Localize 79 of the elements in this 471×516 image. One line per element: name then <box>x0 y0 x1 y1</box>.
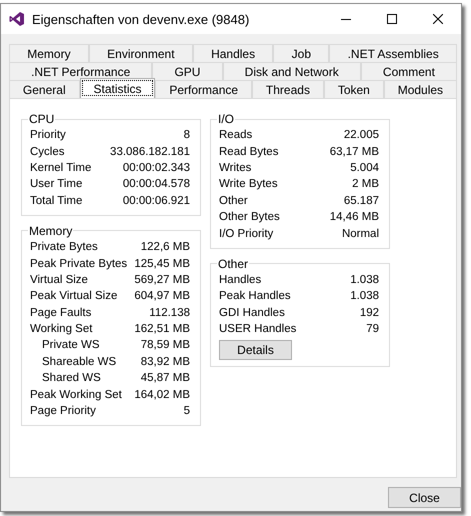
stat-label: Peak Working Set <box>30 388 122 401</box>
stat-label: Kernel Time <box>30 162 92 174</box>
stat-value: 162,51 MB <box>134 323 190 336</box>
stat-value: 22.005 <box>344 129 379 142</box>
stat-value: 1.038 <box>350 290 379 302</box>
stat-label: Reads <box>219 129 252 142</box>
group-title: Other <box>217 256 250 271</box>
close-icon <box>433 14 443 24</box>
stat-value: 78,59 MB <box>140 339 190 352</box>
stat-value: 5.004 <box>350 162 379 174</box>
close-button[interactable]: Close <box>388 487 461 508</box>
stat-value: 5 <box>184 405 190 418</box>
stat-label: Peak Handles <box>219 290 291 302</box>
tab[interactable]: .NET Assemblies <box>329 44 457 62</box>
stat-value: 569,27 MB <box>134 274 190 286</box>
tab[interactable]: Disk and Network <box>222 62 361 80</box>
stat-value: 112.138 <box>149 306 190 319</box>
stat-value: 1.038 <box>350 274 379 286</box>
stat-value: 14,46 MB <box>330 211 379 224</box>
tab[interactable]: Modules <box>384 80 457 98</box>
tab[interactable]: Token <box>324 80 384 98</box>
stat-value: 2 MB <box>352 178 379 190</box>
tab[interactable]: Threads <box>252 80 324 98</box>
group-title: CPU <box>28 112 56 126</box>
stat-value: 33.086.182.181 <box>110 146 190 158</box>
stat-value: 83,92 MB <box>140 356 190 368</box>
stat-label: Peak Private Bytes <box>30 258 128 270</box>
details-button[interactable]: Details <box>219 340 292 360</box>
tab[interactable]: .NET Performance <box>9 62 152 80</box>
stat-label: Write Bytes <box>219 178 278 190</box>
stat-label: Handles <box>219 274 262 286</box>
stat-value: 192 <box>360 306 379 319</box>
tab[interactable]: Statistics <box>80 78 156 98</box>
stat-label: Private Bytes <box>30 241 98 254</box>
stat-value: 65.187 <box>344 194 379 207</box>
stat-label: Writes <box>219 162 252 174</box>
stat-value: 45,87 MB <box>140 372 190 384</box>
maximize-icon <box>387 14 397 24</box>
tab[interactable]: Memory <box>9 44 89 62</box>
stat-label: USER Handles <box>219 323 296 336</box>
group-title: I/O <box>217 112 236 126</box>
tab[interactable]: General <box>9 80 80 98</box>
stat-value: 122,6 MB <box>140 241 190 254</box>
stat-value: 8 <box>184 129 190 142</box>
tab[interactable]: Comment <box>360 62 458 80</box>
stat-label: Shared WS <box>42 372 101 384</box>
stat-label: Peak Virtual Size <box>30 290 118 302</box>
stat-label: Cycles <box>30 146 65 158</box>
window-title: Eigenschaften von devenv.exe (9848) <box>32 12 250 26</box>
tab[interactable]: GPU <box>152 62 223 80</box>
stat-label: Other <box>219 194 248 207</box>
stat-label: Total Time <box>30 194 82 207</box>
stat-value: 164,02 MB <box>134 388 190 401</box>
stat-value: 125,45 MB <box>134 258 190 270</box>
stat-label: Other Bytes <box>219 211 280 224</box>
stat-value: 79 <box>366 323 379 336</box>
stat-label: Virtual Size <box>30 274 88 286</box>
stat-label: User Time <box>30 178 82 190</box>
tab[interactable]: Performance <box>155 80 252 98</box>
stat-label: Shareable WS <box>42 356 116 368</box>
stat-value: 00:00:06.921 <box>122 194 190 207</box>
stat-label: Page Priority <box>30 405 96 418</box>
stat-label: Priority <box>30 129 66 142</box>
stat-label: GDI Handles <box>219 306 285 319</box>
stat-label: Page Faults <box>30 306 92 319</box>
stat-value: 00:00:04.578 <box>122 178 190 190</box>
tab[interactable]: Job <box>273 44 330 62</box>
stat-value: 604,97 MB <box>134 290 190 302</box>
stat-label: Working Set <box>30 323 92 336</box>
tab[interactable]: Environment <box>88 44 193 62</box>
stat-label: Private WS <box>42 339 100 352</box>
app-logo-icon <box>9 11 25 27</box>
tab[interactable]: Handles <box>192 44 274 62</box>
stat-value: 63,17 MB <box>330 146 379 158</box>
stat-value: 00:00:02.343 <box>122 162 190 174</box>
group-title: Memory <box>28 224 74 238</box>
stat-label: I/O Priority <box>219 228 274 240</box>
stat-value: Normal <box>342 228 379 240</box>
stat-label: Read Bytes <box>219 146 278 158</box>
